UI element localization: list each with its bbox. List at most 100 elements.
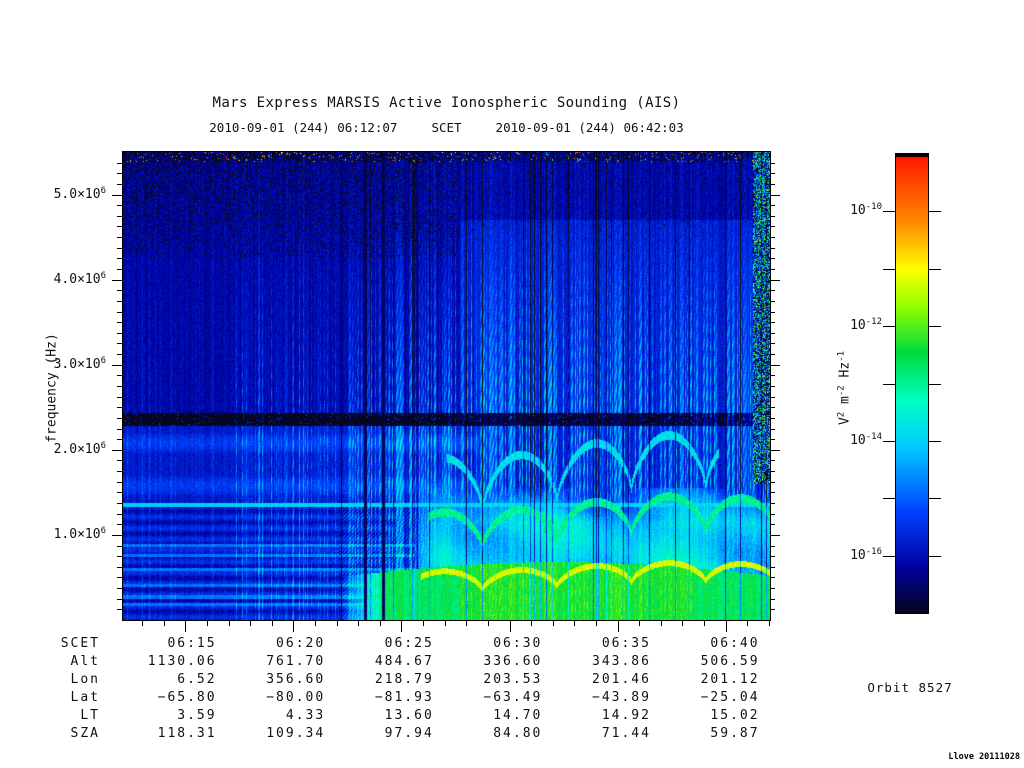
ephemeris-cell: 761.70 bbox=[266, 654, 326, 669]
axis-tick bbox=[117, 609, 122, 610]
axis-tick bbox=[596, 620, 597, 626]
axis-tick bbox=[770, 503, 775, 504]
axis-tick bbox=[229, 620, 230, 626]
y-tick-label: 4.0×106 bbox=[53, 270, 106, 287]
axis-tick bbox=[142, 620, 143, 626]
ais-spectrogram-page: Mars Express MARSIS Active Ionospheric S… bbox=[0, 0, 1024, 768]
axis-tick bbox=[770, 471, 775, 472]
axis-tick bbox=[770, 567, 775, 568]
axis-tick bbox=[770, 588, 775, 589]
ephemeris-cell: −80.00 bbox=[266, 690, 326, 705]
ephemeris-cell: 118.31 bbox=[157, 726, 217, 741]
axis-tick bbox=[770, 301, 775, 302]
axis-tick bbox=[770, 535, 780, 536]
scet-end-time: 2010-09-01 (244) 06:42:03 bbox=[495, 120, 684, 135]
ephemeris-row-label: Lat bbox=[70, 690, 100, 705]
axis-tick bbox=[661, 153, 662, 157]
axis-tick bbox=[117, 248, 122, 249]
axis-tick bbox=[117, 322, 122, 323]
axis-tick bbox=[117, 333, 122, 334]
axis-tick bbox=[510, 153, 511, 160]
ephemeris-cell: 218.79 bbox=[374, 672, 434, 687]
ephemeris-cell: 06:35 bbox=[601, 636, 651, 651]
axis-tick bbox=[883, 498, 895, 499]
axis-tick bbox=[553, 153, 554, 157]
axis-tick bbox=[117, 184, 122, 185]
axis-tick bbox=[466, 153, 467, 157]
axis-tick bbox=[574, 620, 575, 626]
axis-tick bbox=[747, 620, 748, 626]
axis-tick bbox=[770, 333, 775, 334]
ephemeris-row: SCET 06:15 06:20 06:25 06:30 06:35 06:40 bbox=[0, 635, 760, 653]
axis-tick bbox=[117, 429, 122, 430]
axis-tick bbox=[117, 471, 122, 472]
axis-tick bbox=[883, 211, 895, 212]
ephemeris-row: Alt 1130.06 761.70 484.67 336.60 343.86 506.59 bbox=[0, 653, 760, 671]
ephemeris-cell: −25.04 bbox=[700, 690, 760, 705]
axis-tick bbox=[769, 620, 770, 626]
axis-tick bbox=[142, 153, 143, 157]
axis-tick bbox=[358, 620, 359, 626]
axis-tick bbox=[466, 620, 467, 626]
axis-tick bbox=[117, 343, 122, 344]
axis-tick bbox=[112, 365, 122, 366]
axis-tick bbox=[770, 375, 775, 376]
axis-tick bbox=[293, 620, 294, 632]
colorbar-tick-label: 10-16 bbox=[850, 546, 882, 563]
axis-tick bbox=[117, 418, 122, 419]
ephemeris-cell: −81.93 bbox=[374, 690, 434, 705]
axis-tick bbox=[380, 153, 381, 157]
axis-tick bbox=[117, 173, 122, 174]
axis-tick bbox=[770, 280, 780, 281]
axis-tick bbox=[770, 460, 775, 461]
axis-tick bbox=[117, 301, 122, 302]
axis-tick bbox=[531, 620, 532, 626]
axis-tick bbox=[510, 620, 511, 632]
axis-tick bbox=[112, 280, 122, 281]
axis-tick bbox=[117, 258, 122, 259]
axis-tick bbox=[272, 153, 273, 157]
ephemeris-row: LT 3.59 4.33 13.60 14.70 14.92 15.02 bbox=[0, 707, 760, 725]
colorbar-tick-label: 10-10 bbox=[850, 202, 882, 219]
colorbar-frame bbox=[895, 153, 929, 614]
axis-tick bbox=[293, 153, 294, 160]
axis-tick bbox=[639, 620, 640, 626]
ephemeris-cell: 14.70 bbox=[493, 708, 543, 723]
colorbar-tick-label: 10-12 bbox=[850, 317, 882, 334]
ephemeris-cell: 203.53 bbox=[483, 672, 543, 687]
axis-tick bbox=[929, 384, 941, 385]
axis-tick bbox=[553, 620, 554, 626]
ephemeris-cell: −43.89 bbox=[592, 690, 651, 705]
axis-tick bbox=[117, 386, 122, 387]
axis-tick bbox=[770, 524, 775, 525]
axis-tick bbox=[315, 620, 316, 626]
axis-tick bbox=[117, 492, 122, 493]
axis-tick bbox=[207, 620, 208, 626]
axis-tick bbox=[315, 153, 316, 157]
axis-tick bbox=[445, 620, 446, 626]
ephemeris-cell: 356.60 bbox=[266, 672, 326, 687]
axis-tick bbox=[574, 153, 575, 157]
ephemeris-row-label: LT bbox=[80, 708, 100, 723]
axis-tick bbox=[770, 482, 775, 483]
axis-tick bbox=[770, 322, 775, 323]
ephemeris-cell: −63.49 bbox=[483, 690, 543, 705]
axis-tick bbox=[883, 441, 895, 442]
axis-tick bbox=[117, 375, 122, 376]
axis-tick bbox=[770, 269, 775, 270]
axis-tick bbox=[639, 153, 640, 157]
ephemeris-cell: 13.60 bbox=[384, 708, 434, 723]
axis-tick bbox=[401, 620, 402, 632]
ephemeris-cell: −65.80 bbox=[157, 690, 217, 705]
ephemeris-cell: 484.67 bbox=[374, 654, 434, 669]
colorbar-tick-label: 10-14 bbox=[850, 431, 882, 448]
ephemeris-cell: 59.87 bbox=[710, 726, 760, 741]
y-tick-label: 2.0×106 bbox=[53, 440, 106, 457]
axis-tick bbox=[770, 450, 780, 451]
axis-tick bbox=[250, 153, 251, 157]
axis-tick bbox=[117, 397, 122, 398]
axis-tick bbox=[770, 397, 775, 398]
y-tick-label: 1.0×106 bbox=[53, 525, 106, 542]
scet-start-time: 2010-09-01 (244) 06:12:07 bbox=[209, 120, 398, 135]
axis-tick bbox=[770, 365, 780, 366]
